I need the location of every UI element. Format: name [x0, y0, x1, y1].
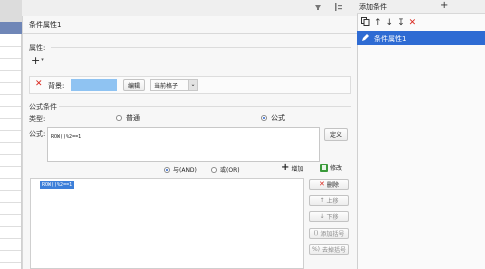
delete-icon[interactable]: ✕ — [409, 18, 417, 28]
plus-icon: + — [281, 162, 290, 173]
grid-line — [0, 178, 22, 179]
move-down-button[interactable]: ↓ 下移 — [309, 211, 349, 222]
add-paren-button[interactable]: () 添加括号 — [309, 228, 349, 239]
formula-input[interactable]: ROW()%2==1 — [47, 127, 320, 162]
type-option-formula-label: 公式 — [271, 114, 285, 122]
radio-or[interactable] — [211, 166, 217, 173]
grid-line — [0, 154, 22, 155]
copy-icon[interactable] — [361, 17, 370, 29]
formula-condition-label: 公式条件 — [29, 103, 57, 111]
logic-option-and[interactable]: 与(AND) — [164, 165, 197, 174]
arrow-down-icon[interactable]: ↓ — [386, 18, 394, 28]
condition-list-panel — [357, 14, 485, 269]
remove-property-icon[interactable]: ✕ — [35, 80, 43, 89]
grid-line — [0, 262, 22, 263]
grid-line — [0, 238, 22, 239]
modify-icon — [320, 163, 328, 172]
grid-line — [0, 130, 22, 131]
formula-label: 公式: — [29, 130, 46, 138]
arrow-down-icon: ↓ — [319, 213, 325, 220]
type-label: 类型: — [29, 115, 46, 123]
pencil-icon — [361, 33, 370, 42]
grid-line — [0, 190, 22, 191]
logic-option-or-label: 或(OR) — [220, 167, 240, 174]
window-top-bar — [22, 0, 357, 16]
grid-line — [0, 214, 22, 215]
grid-line — [0, 106, 22, 107]
dock-icon[interactable] — [333, 2, 343, 12]
spreadsheet-header-cell — [0, 22, 22, 34]
right-panel-title: 添加条件 — [359, 3, 387, 11]
grid-line — [0, 94, 22, 95]
type-option-formula[interactable]: 公式 — [261, 113, 285, 123]
add-button[interactable]: + 增加 — [281, 163, 303, 173]
define-button[interactable]: 定义 — [324, 128, 348, 141]
modify-button-label: 修改 — [330, 165, 343, 172]
pin-icon[interactable] — [313, 2, 323, 12]
remove-parentheses-icon: %) — [311, 246, 321, 253]
move-up-button[interactable]: ↑ 上移 — [309, 195, 349, 206]
plus-icon: + — [31, 53, 41, 67]
title-divider — [23, 33, 358, 34]
scope-select[interactable]: 当前格子 ⌄ — [150, 79, 198, 91]
delete-button-label: 删除 — [326, 182, 339, 189]
grid-line — [0, 142, 22, 143]
type-option-normal[interactable]: 普通 — [116, 113, 140, 123]
chevron-down-icon: ▾ — [41, 57, 44, 63]
group-divider — [51, 47, 351, 48]
move-down-button-label: 下移 — [326, 214, 339, 221]
radio-and[interactable] — [164, 166, 170, 173]
modify-button[interactable]: 修改 — [320, 163, 342, 172]
add-button-label: 增加 — [291, 165, 304, 173]
sort-icon[interactable]: ↧ — [397, 18, 405, 28]
formula-input-value: ROW()%2==1 — [51, 134, 82, 140]
group-divider — [59, 106, 351, 107]
condition-list-item-label: 条件属性1 — [374, 35, 407, 43]
condition-toolbar: ↑ ↓ ↧ ✕ — [361, 17, 416, 29]
background-property-row: ✕ 背景: 编辑 当前格子 ⌄ — [29, 76, 351, 94]
add-property-button[interactable]: + ▾ — [31, 54, 51, 66]
scope-select-value: 当前格子 — [154, 82, 179, 90]
delete-button[interactable]: ✕ 删除 — [309, 179, 349, 190]
list-item[interactable]: ROW()%2==1 — [40, 181, 75, 189]
arrow-up-icon: ↑ — [319, 197, 325, 204]
grid-line — [0, 82, 22, 83]
logic-option-and-label: 与(AND) — [173, 167, 197, 174]
grid-line — [0, 46, 22, 47]
spreadsheet-toolbar — [0, 0, 22, 22]
add-paren-button-label: 添加括号 — [320, 231, 345, 238]
grid-line — [0, 202, 22, 203]
grid-line — [0, 118, 22, 119]
background-spreadsheet — [0, 0, 22, 269]
background-color-swatch[interactable] — [71, 79, 117, 91]
grid-line — [0, 226, 22, 227]
remove-paren-button-label: 去掉括号 — [322, 247, 347, 254]
remove-paren-button[interactable]: %) 去掉括号 — [309, 244, 349, 255]
move-up-button-label: 上移 — [326, 198, 339, 205]
parentheses-icon: () — [313, 230, 319, 237]
grid-line — [0, 250, 22, 251]
formula-condition-list[interactable]: ROW()%2==1 — [30, 178, 304, 269]
add-condition-button[interactable]: + — [440, 0, 448, 12]
dialog-title: 条件属性1 — [29, 21, 62, 29]
chevron-down-icon[interactable]: ⌄ — [188, 80, 197, 90]
arrow-up-icon[interactable]: ↑ — [374, 18, 382, 28]
grid-line — [0, 166, 22, 167]
type-option-normal-label: 普通 — [126, 114, 140, 122]
properties-label: 属性: — [29, 44, 46, 52]
grid-line — [0, 70, 22, 71]
edit-button[interactable]: 编辑 — [123, 79, 145, 91]
grid-line — [0, 58, 22, 59]
background-label: 背景: — [48, 82, 65, 90]
radio-formula[interactable] — [261, 115, 267, 121]
delete-icon: ✕ — [319, 180, 325, 188]
logic-option-or[interactable]: 或(OR) — [211, 165, 240, 174]
condition-list-item[interactable]: 条件属性1 — [357, 31, 485, 45]
radio-normal[interactable] — [116, 115, 122, 121]
